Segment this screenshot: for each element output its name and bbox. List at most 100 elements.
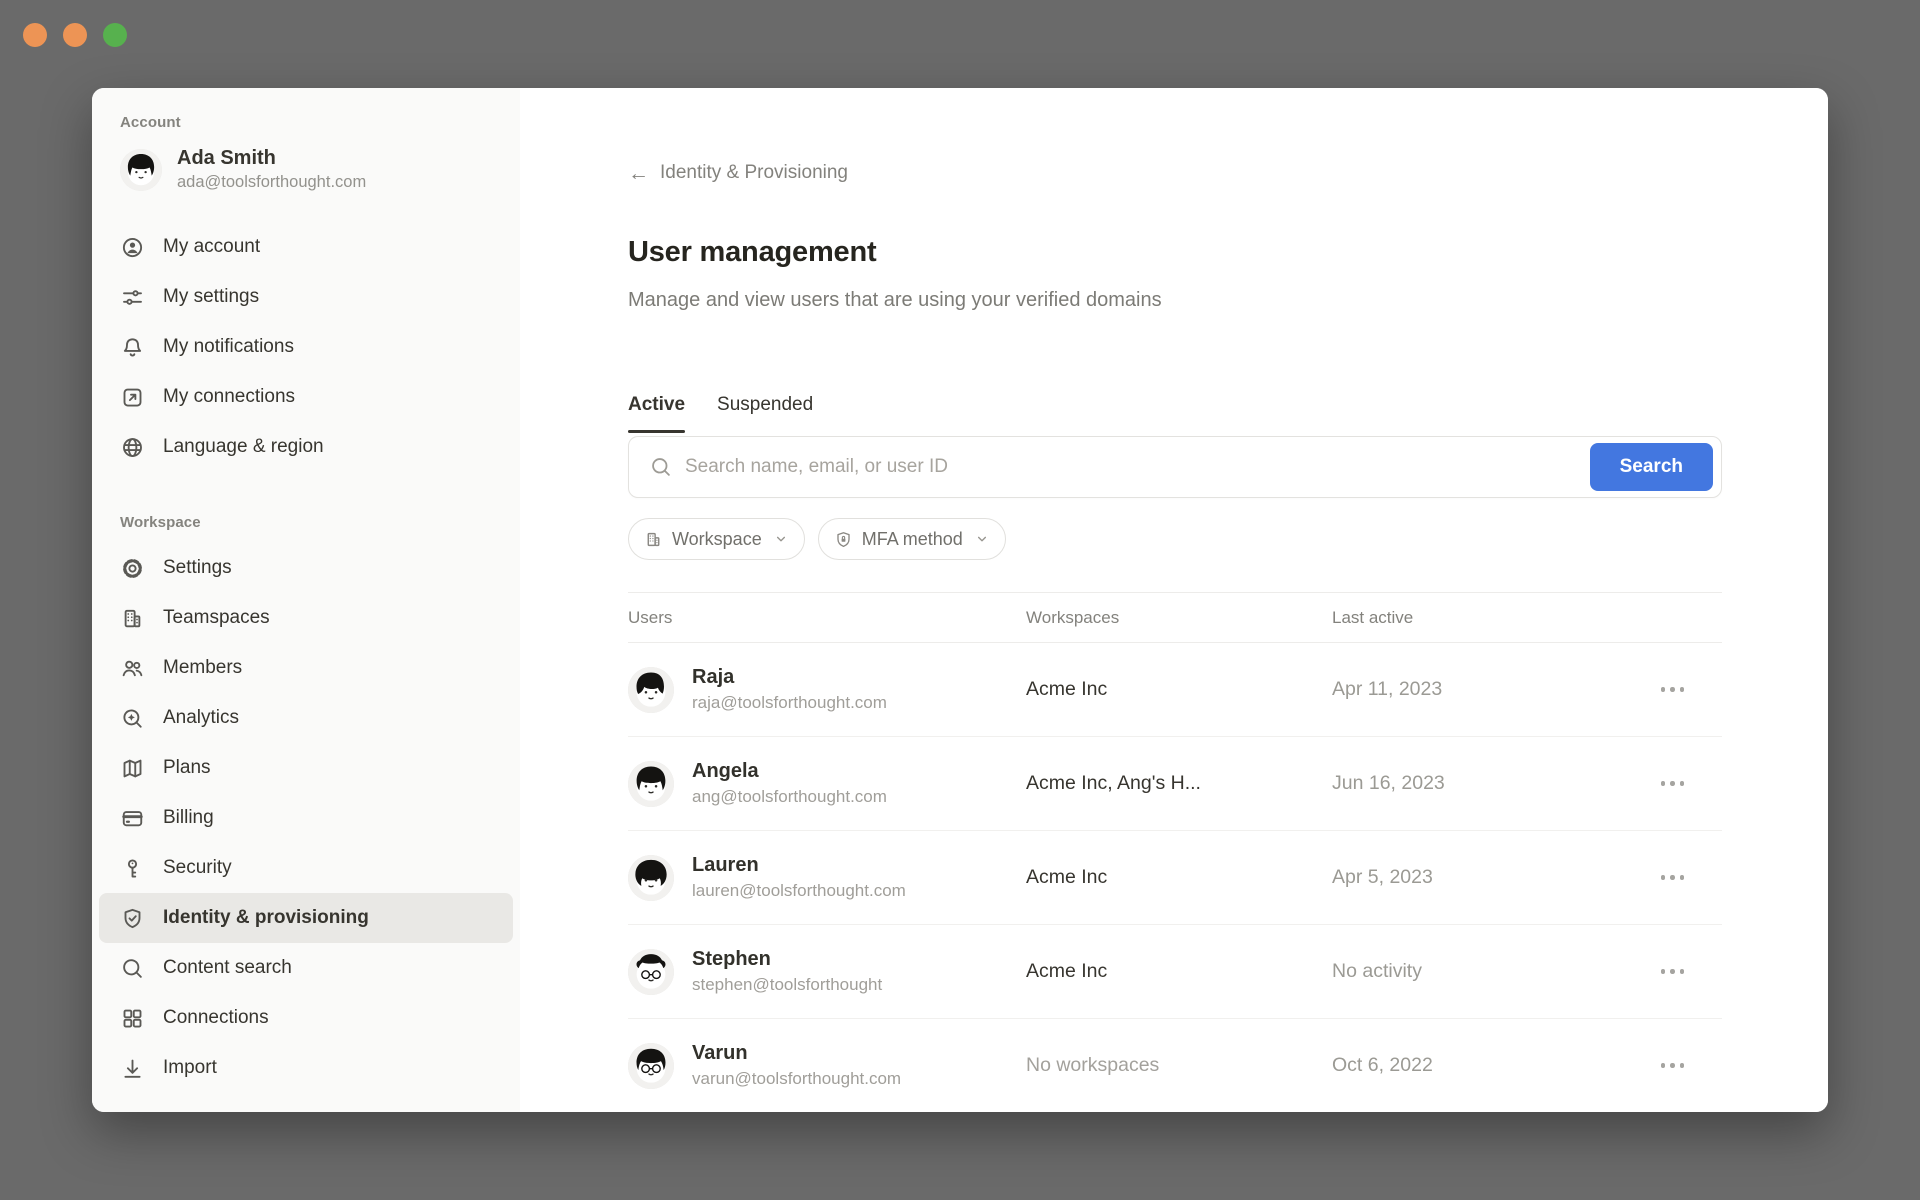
tab[interactable]: Suspended <box>717 394 813 433</box>
row-actions-button[interactable] <box>1659 963 1687 980</box>
current-user-row[interactable]: Ada Smith ada@toolsforthought.com <box>92 143 520 196</box>
back-arrow-icon[interactable]: ← <box>628 163 649 184</box>
row-user-email: raja@toolsforthought.com <box>692 693 887 713</box>
sidebar-item[interactable]: Analytics <box>99 693 513 743</box>
row-user-name: Angela <box>692 760 887 783</box>
row-workspaces: Acme Inc <box>1026 960 1332 983</box>
column-header-workspaces: Workspaces <box>1026 608 1332 628</box>
sidebar-item-label: Billing <box>163 807 214 829</box>
table-row: Stephen stephen@toolsforthought Acme Inc… <box>628 925 1722 1019</box>
page-subtitle: Manage and view users that are using you… <box>628 289 1722 312</box>
sidebar-item-label: Content search <box>163 957 292 979</box>
tab-label: Active <box>628 394 685 415</box>
row-workspaces: Acme Inc, Ang's H... <box>1026 772 1332 795</box>
row-workspaces: Acme Inc <box>1026 678 1332 701</box>
row-last-active: No activity <box>1332 960 1642 983</box>
sidebar-item-label: My notifications <box>163 336 294 358</box>
download-icon <box>120 1056 145 1081</box>
chevron-down-icon <box>773 531 789 547</box>
people-icon <box>120 656 145 681</box>
column-header-users: Users <box>628 608 1026 628</box>
sidebar-item-label: Analytics <box>163 707 239 729</box>
shield-check-icon <box>120 906 145 931</box>
filter-chips: Workspace MFA method <box>628 518 1722 560</box>
user-avatar <box>120 149 162 191</box>
credit-card-icon <box>120 806 145 831</box>
row-user-avatar <box>628 1043 674 1089</box>
row-actions-button[interactable] <box>1659 681 1687 698</box>
row-actions-button[interactable] <box>1659 775 1687 792</box>
sidebar-item[interactable]: Settings <box>99 543 513 593</box>
sidebar-item[interactable]: Content search <box>99 943 513 993</box>
row-user-email: stephen@toolsforthought <box>692 975 882 995</box>
row-last-active: Jun 16, 2023 <box>1332 772 1642 795</box>
row-user-email: varun@toolsforthought.com <box>692 1069 901 1089</box>
search-input[interactable] <box>685 456 1590 478</box>
sidebar-item-label: Identity & provisioning <box>163 907 369 929</box>
row-user-email: ang@toolsforthought.com <box>692 787 887 807</box>
workspace-menu: Settings Teamspaces Members Analytics <box>92 543 520 1093</box>
workspace-section-label: Workspace <box>92 514 520 531</box>
column-header-last-active: Last active <box>1332 608 1642 628</box>
sliders-icon <box>120 285 145 310</box>
sidebar-item[interactable]: Import <box>99 1043 513 1093</box>
filter-chip[interactable]: Workspace <box>628 518 805 560</box>
sidebar-item-label: My connections <box>163 386 295 408</box>
traffic-light-button[interactable] <box>103 23 127 47</box>
users-table: Users Workspaces Last active Raja raja@t… <box>628 592 1722 1112</box>
settings-sidebar: Account Ada Smith ada@toolsforthought.co… <box>92 88 520 1112</box>
tab[interactable]: Active <box>628 394 685 433</box>
building-icon <box>120 606 145 631</box>
sidebar-item[interactable]: Billing <box>99 793 513 843</box>
account-menu: My account My settings My notifications … <box>92 222 520 472</box>
sidebar-item-label: Language & region <box>163 436 324 458</box>
window-controls <box>23 23 127 47</box>
sidebar-item[interactable]: Connections <box>99 993 513 1043</box>
search-bar: Search <box>628 436 1722 498</box>
row-user-avatar <box>628 667 674 713</box>
row-last-active: Oct 6, 2022 <box>1332 1054 1642 1077</box>
table-row: Raja raja@toolsforthought.com Acme Inc A… <box>628 643 1722 737</box>
row-user-avatar <box>628 855 674 901</box>
ellipsis-icon <box>1661 875 1666 880</box>
bell-icon <box>120 335 145 360</box>
sidebar-item[interactable]: Plans <box>99 743 513 793</box>
sidebar-item-label: Teamspaces <box>163 607 270 629</box>
breadcrumb-label: Identity & Provisioning <box>660 162 848 184</box>
ellipsis-icon <box>1661 969 1666 974</box>
sidebar-item[interactable]: Members <box>99 643 513 693</box>
sidebar-item[interactable]: Security <box>99 843 513 893</box>
arrow-top-right-box-icon <box>120 385 145 410</box>
table-body: Raja raja@toolsforthought.com Acme Inc A… <box>628 643 1722 1112</box>
row-user-name: Stephen <box>692 948 882 971</box>
row-user-avatar <box>628 761 674 807</box>
sidebar-item[interactable]: My notifications <box>99 322 513 372</box>
search-button[interactable]: Search <box>1590 443 1713 491</box>
breadcrumb[interactable]: ← Identity & Provisioning <box>628 162 1722 184</box>
magnifier-icon <box>120 956 145 981</box>
traffic-light-button[interactable] <box>23 23 47 47</box>
traffic-light-button[interactable] <box>63 23 87 47</box>
sidebar-item[interactable]: My settings <box>99 272 513 322</box>
sidebar-item[interactable]: My account <box>99 222 513 272</box>
row-actions-button[interactable] <box>1659 1057 1687 1074</box>
sidebar-item-label: Connections <box>163 1007 269 1029</box>
grid-icon <box>120 1006 145 1031</box>
user-name: Ada Smith <box>177 147 366 170</box>
sidebar-item[interactable]: Identity & provisioning <box>99 893 513 943</box>
account-section-label: Account <box>92 114 520 131</box>
page-title: User management <box>628 236 1722 269</box>
magnifier-sparkle-icon <box>120 706 145 731</box>
sidebar-item[interactable]: My connections <box>99 372 513 422</box>
row-user-name: Lauren <box>692 854 906 877</box>
status-tabs: Active Suspended <box>628 394 1722 433</box>
globe-icon <box>120 435 145 460</box>
sidebar-item[interactable]: Language & region <box>99 422 513 472</box>
row-actions-button[interactable] <box>1659 869 1687 886</box>
sidebar-item-label: My account <box>163 236 260 258</box>
sidebar-item[interactable]: Teamspaces <box>99 593 513 643</box>
map-icon <box>120 756 145 781</box>
filter-chip[interactable]: MFA method <box>818 518 1006 560</box>
filter-chip-label: MFA method <box>862 529 963 550</box>
sidebar-item-label: Settings <box>163 557 232 579</box>
